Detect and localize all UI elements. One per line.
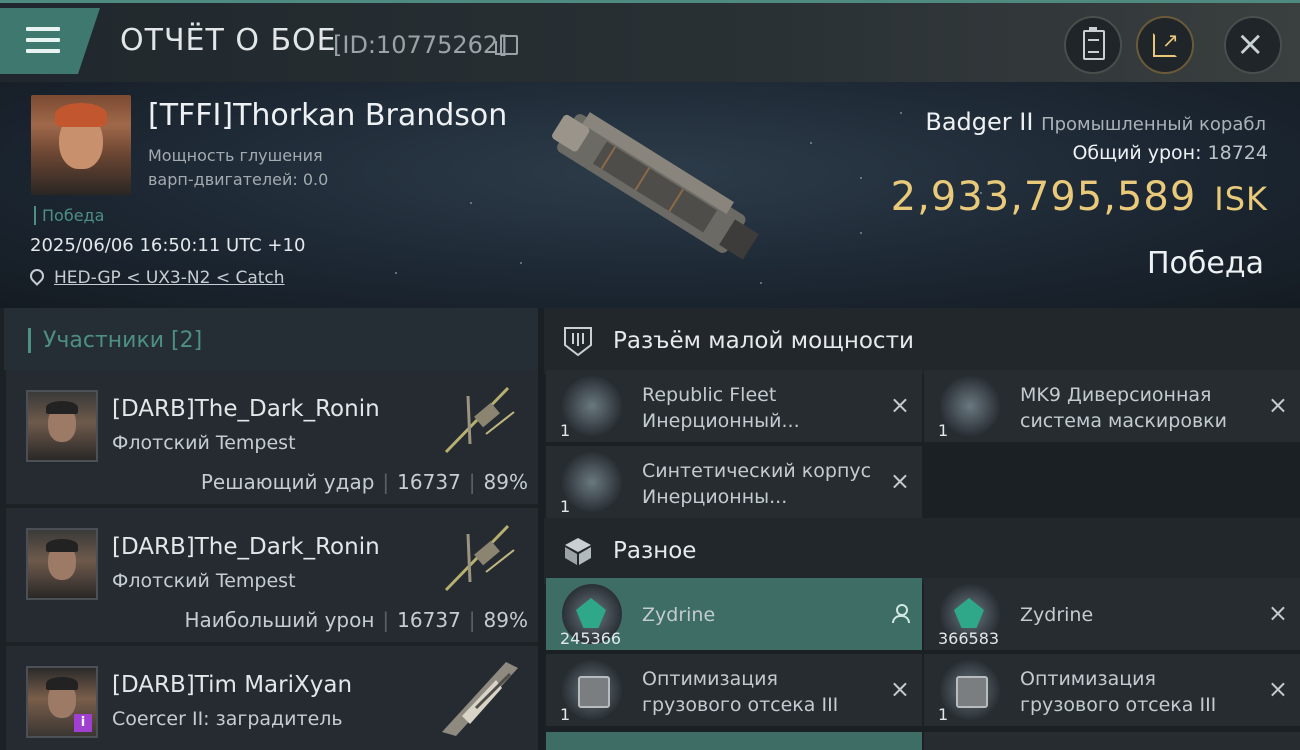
clipboard-button[interactable] xyxy=(1064,16,1122,74)
fitting-item[interactable] xyxy=(924,732,1300,750)
low-slot-icon xyxy=(564,327,592,357)
fitting-item[interactable]: 1 Синтетический корпус Инерционны... × xyxy=(546,446,922,518)
cargo-rig-icon xyxy=(940,660,1000,720)
fitting-item[interactable]: 366583 Zydrine × xyxy=(924,578,1300,650)
fitting-panel: Разъём малой мощности 1 Republic Fleet И… xyxy=(544,308,1300,750)
hamburger-icon xyxy=(26,27,60,60)
ship-name[interactable]: Badger II xyxy=(925,108,1033,136)
menu-button[interactable] xyxy=(0,8,100,74)
close-button[interactable]: × xyxy=(1224,16,1282,74)
participant-name: [DARB]Tim MariXyan xyxy=(112,672,353,698)
low-slots-header: Разъём малой мощности xyxy=(544,308,1300,374)
participant-stats: Наибольший урон | 16737 | 89% xyxy=(184,608,528,632)
fitting-item[interactable] xyxy=(546,732,922,750)
ship-image xyxy=(552,112,759,260)
tempest-ship-icon xyxy=(444,524,515,592)
close-icon[interactable]: × xyxy=(1268,599,1288,627)
participant-card[interactable]: [DARB]The_Dark_Ronin Флотский Tempest На… xyxy=(6,508,538,642)
participant-stats: Решающий удар | 16737 | 89% xyxy=(200,470,528,494)
page-title: ОТЧЁТ О БОЕ xyxy=(120,23,337,58)
isk-value: 2,933,795,589 ISK xyxy=(890,174,1268,220)
ship-name-line: Badger II Промышленный корабл xyxy=(925,108,1266,136)
participant-ship: Флотский Tempest xyxy=(112,432,296,454)
copy-icon[interactable] xyxy=(495,35,518,55)
participant-name: [DARB]The_Dark_Ronin xyxy=(112,396,380,422)
close-icon[interactable]: × xyxy=(890,391,910,419)
victim-name[interactable]: [TFFI]Thorkan Brandson xyxy=(148,98,507,133)
warp-strength: Мощность глушения варп-двигателей: 0.0 xyxy=(148,146,329,189)
cargo-rig-icon xyxy=(562,660,622,720)
cloaking-device-icon xyxy=(940,376,1000,436)
close-icon[interactable]: × xyxy=(890,675,910,703)
clipboard-icon xyxy=(1083,27,1105,60)
kill-location[interactable]: HED-GP < UX3-N2 < Catch xyxy=(27,266,285,288)
inertial-stabilizer-icon xyxy=(562,452,622,512)
fitting-item[interactable]: 1 Оптимизация грузового отсека III × xyxy=(924,654,1300,726)
top-accent-line xyxy=(0,0,1300,3)
fitting-item[interactable]: 1 Оптимизация грузового отсека III × xyxy=(546,654,922,726)
close-icon[interactable]: × xyxy=(890,467,910,495)
participant-card[interactable]: [DARB]The_Dark_Ronin Флотский Tempest Ре… xyxy=(6,370,538,504)
fitting-item[interactable]: 1 MK9 Диверсионная система маскировки × xyxy=(924,370,1300,442)
report-id: [ID:10775262] xyxy=(333,31,508,59)
participants-panel: Участники [2] [DARB]The_Dark_Ronin Флотс… xyxy=(0,308,538,750)
participant-avatar xyxy=(26,390,98,462)
cube-icon xyxy=(565,538,591,565)
coercer-ship-icon xyxy=(442,662,518,736)
close-icon: × xyxy=(1236,24,1265,64)
close-icon[interactable]: × xyxy=(1268,391,1288,419)
inertial-stabilizer-icon xyxy=(562,376,622,436)
participant-card[interactable]: i [DARB]Tim MariXyan Coercer II: загради… xyxy=(6,646,538,750)
participant-name: [DARB]The_Dark_Ronin xyxy=(112,534,380,560)
share-button[interactable]: ↗ xyxy=(1136,16,1194,74)
fitting-item[interactable]: 1 Republic Fleet Инерционный... × xyxy=(546,370,922,442)
participant-avatar xyxy=(26,528,98,600)
location-pin-icon xyxy=(27,266,47,286)
ship-class: Промышленный корабл xyxy=(1041,114,1266,135)
total-damage: Общий урон: 18724 xyxy=(1072,142,1268,164)
victory-tag: Победа xyxy=(34,206,104,225)
participants-header[interactable]: Участники [2] xyxy=(4,308,538,370)
info-badge: i xyxy=(74,714,92,732)
person-icon xyxy=(892,604,910,623)
result-label: Победа xyxy=(1147,246,1264,281)
participant-ship: Coercer II: заградитель xyxy=(112,708,343,730)
victim-panel: [TFFI]Thorkan Brandson Мощность глушения… xyxy=(0,82,1300,308)
misc-header: Разное xyxy=(544,518,1300,584)
top-bar: ОТЧЁТ О БОЕ [ID:10775262] ↗ × xyxy=(0,0,1300,82)
victim-avatar[interactable] xyxy=(31,95,131,195)
kill-datetime: 2025/06/06 16:50:11 UTC +10 xyxy=(30,235,306,256)
close-icon[interactable]: × xyxy=(1268,675,1288,703)
fitting-item[interactable]: 245366 Zydrine xyxy=(546,578,922,650)
tempest-ship-icon xyxy=(444,386,515,454)
participant-ship: Флотский Tempest xyxy=(112,570,296,592)
